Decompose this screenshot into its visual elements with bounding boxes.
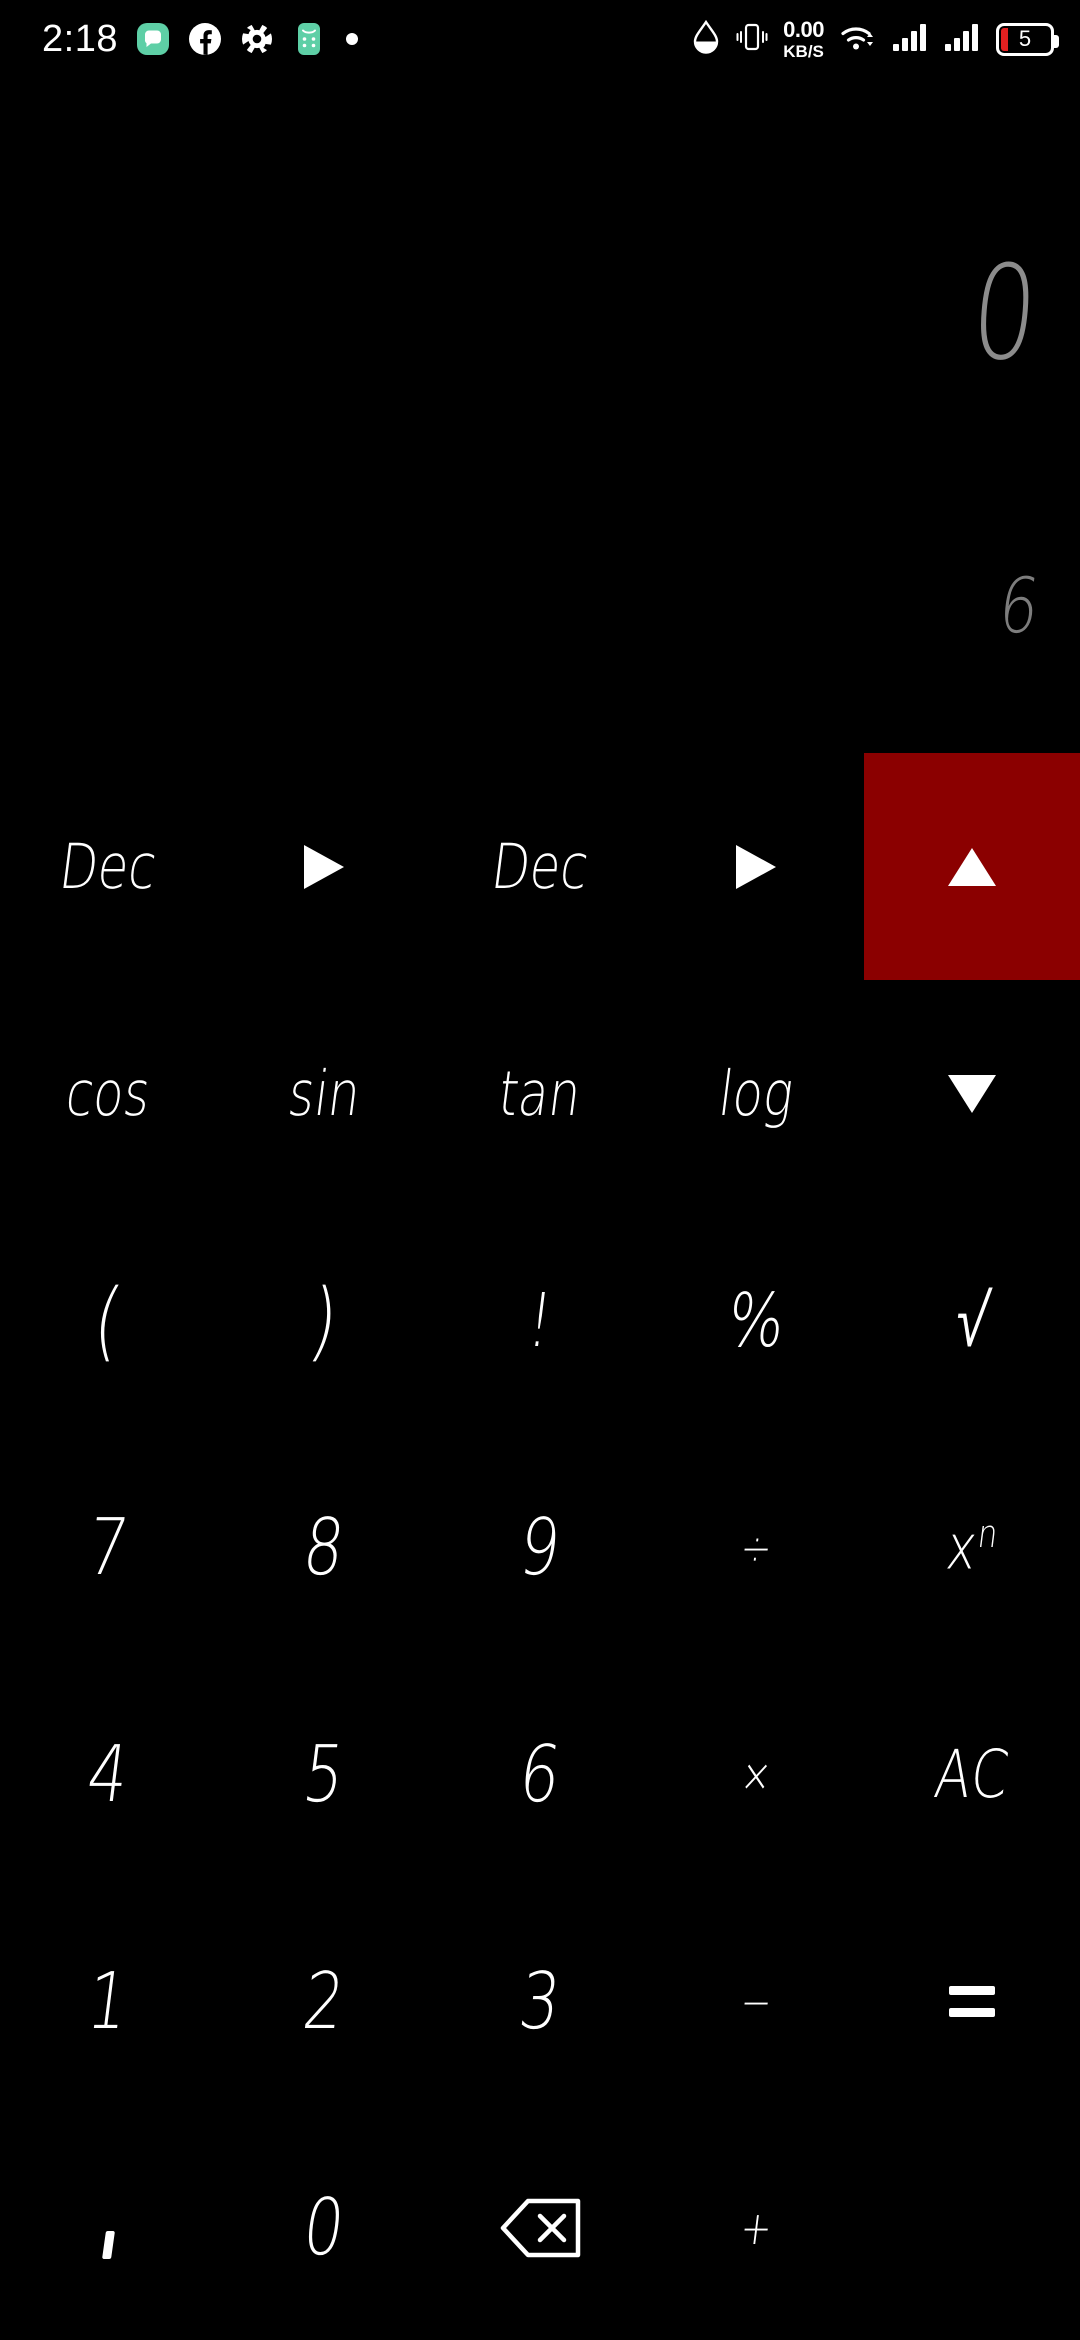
digit-4-button[interactable]: 4 [0,1661,216,1888]
key-label: 0 [298,2182,350,2273]
cos-button[interactable]: cos [0,980,216,1207]
sin-button[interactable]: sin [216,980,432,1207]
messages-icon [136,22,170,56]
digit-6-button[interactable]: 6 [432,1661,648,1888]
close-paren-button[interactable]: ) [216,1207,432,1434]
key-label: % [722,1277,790,1364]
battery-icon: 5 [996,22,1059,56]
key-label: 1 [82,1956,134,2047]
power-exponent-label: n [975,1512,1001,1558]
key-label: 3 [514,1956,566,2047]
digit-3-button[interactable]: 3 [432,1888,648,2115]
tan-button[interactable]: tan [432,980,648,1207]
result-display[interactable]: 6 [994,561,1044,650]
keypad[interactable]: Dec Dec cos sin tan log ()!% √ 7 8 9 ÷ xn 4 5 6 × AC 1 2 3 − 0… [0,753,1080,2340]
all-clear-button[interactable]: AC [864,1661,1080,1888]
triangle-down-icon [948,1074,996,1113]
decimal-separator-button[interactable] [0,2115,216,2340]
expression-display[interactable]: 0 [966,237,1044,389]
digit-2-button[interactable]: 2 [216,1888,432,2115]
key-label: sin [283,1056,365,1130]
power-label: xn [942,1510,1001,1584]
key-label: AC [930,1735,1014,1813]
key-label: √ [950,1277,994,1364]
scroll-down-button[interactable] [864,980,1080,1207]
calculator-display[interactable]: 0 6 [0,78,1080,753]
equals-button[interactable] [864,1888,1080,2115]
key-label: Dec [487,829,593,903]
status-bar[interactable]: 2:18 0.00 KB/S 5 [0,0,1080,78]
key-label: log [714,1056,798,1130]
water-drop-icon [691,19,721,59]
plus-button[interactable]: + [648,2115,864,2340]
key-label: 7 [82,1502,134,1593]
power-button[interactable]: xn [864,1434,1080,1661]
facebook-icon [188,22,222,56]
equals-icon [949,1986,995,2017]
signal-sim1-icon [892,22,930,56]
multiply-button[interactable]: × [648,1661,864,1888]
triangle-right-icon [304,844,344,889]
key-label: 5 [298,1729,350,1820]
key-label: cos [61,1056,155,1130]
key-label: ! [522,1277,558,1364]
factorial-button[interactable]: ! [432,1207,648,1434]
backspace-button[interactable] [432,2115,648,2340]
battery-fill [1001,27,1008,51]
key-label: tan [494,1056,586,1130]
wifi-icon [838,20,878,58]
key-label: − [737,1974,775,2029]
percent-button[interactable]: % [648,1207,864,1434]
key-label: × [737,1747,775,1802]
empty-slot [864,2115,1080,2340]
arrow-right-2-icon[interactable] [648,753,864,980]
log-button[interactable]: log [648,980,864,1207]
divide-button[interactable]: ÷ [648,1434,864,1661]
status-bar-left: 2:18 [42,18,360,61]
key-label: 6 [514,1729,566,1820]
digit-1-button[interactable]: 1 [0,1888,216,2115]
key-label: + [737,2200,775,2255]
battery-level-label: 5 [1018,26,1032,51]
minus-button[interactable]: − [648,1888,864,2115]
backspace-icon [498,2197,582,2259]
digit-0-button[interactable]: 0 [216,2115,432,2340]
status-clock: 2:18 [42,17,118,60]
network-speed-value: 0.00 [783,16,824,42]
key-label: Dec [55,829,161,903]
base-input-button[interactable]: Dec [0,753,216,980]
digit-9-button[interactable]: 9 [432,1434,648,1661]
triangle-up-icon [948,847,996,886]
key-label: 8 [298,1502,350,1593]
scroll-up-button[interactable] [864,753,1080,980]
signal-sim2-icon [944,22,982,56]
vibrate-icon [735,20,769,58]
status-bar-right: 0.00 KB/S 5 [691,16,1059,61]
triangle-right-icon [736,844,776,889]
calculator-app-icon [292,22,326,56]
key-label: ÷ [737,1520,775,1575]
key-label: ( [88,1270,128,1371]
base-output-button[interactable]: Dec [432,753,648,980]
key-label: 4 [82,1729,134,1820]
sqrt-button[interactable]: √ [864,1207,1080,1434]
digit-8-button[interactable]: 8 [216,1434,432,1661]
key-label: 9 [514,1502,566,1593]
digit-7-button[interactable]: 7 [0,1434,216,1661]
network-speed-indicator: 0.00 KB/S [783,16,824,61]
network-speed-unit: KB/S [783,41,824,61]
key-label: 2 [298,1956,350,2047]
more-notifications-dot-icon [344,31,360,47]
flower-app-icon [240,22,274,56]
comma-icon [101,2230,115,2259]
arrow-right-1-icon[interactable] [216,753,432,980]
key-label: ) [304,1270,344,1371]
digit-5-button[interactable]: 5 [216,1661,432,1888]
open-paren-button[interactable]: ( [0,1207,216,1434]
